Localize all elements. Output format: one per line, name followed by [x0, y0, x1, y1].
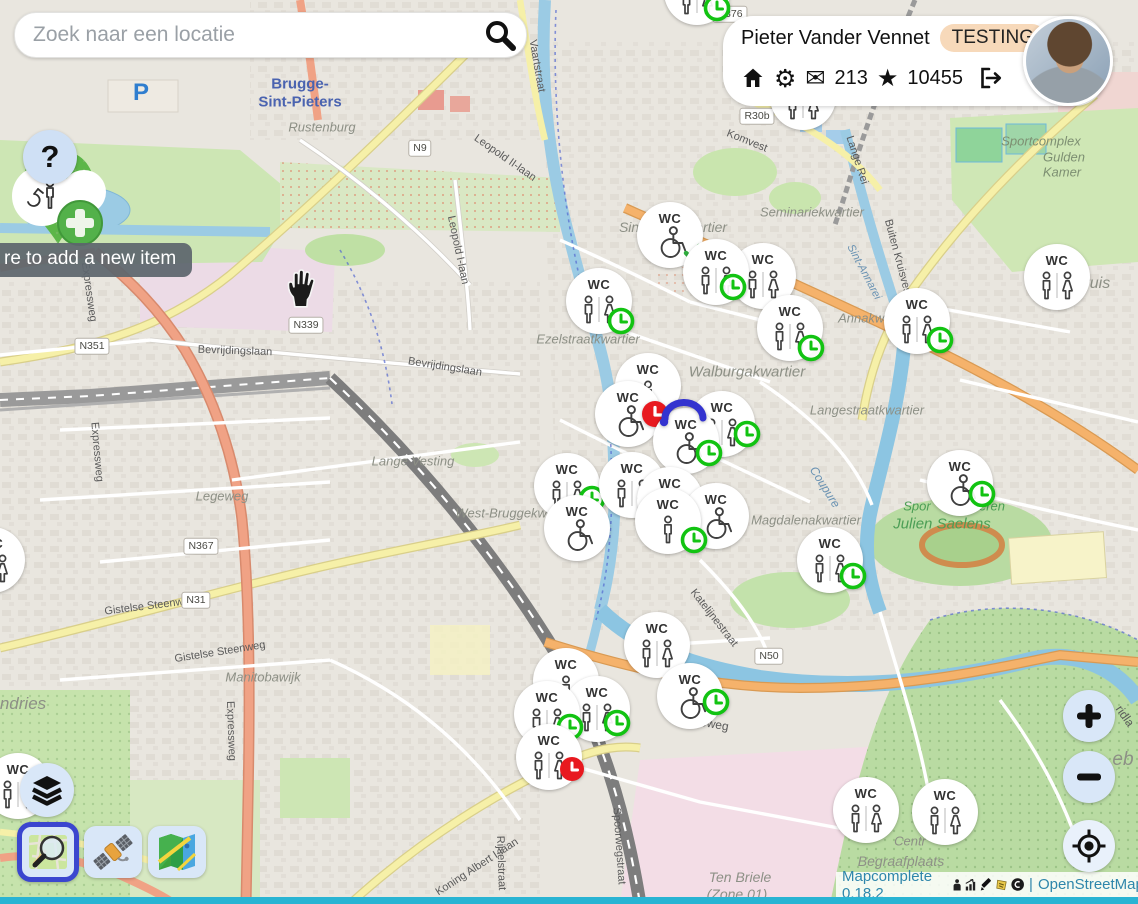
svg-text:WC: WC	[906, 297, 929, 312]
map-marker-layer: WCWCWCWCWCWCWCWCWCWCWCWCWCWCWCWCWCWCWCWC…	[0, 0, 1138, 904]
osm-carto-icon	[26, 830, 70, 874]
bottom-theme-bar	[0, 897, 1138, 904]
search-input[interactable]	[15, 23, 480, 47]
svg-text:WC: WC	[588, 277, 611, 292]
svg-text:WC: WC	[646, 621, 669, 636]
user-name: Pieter Vander Vennet	[741, 27, 930, 50]
svg-text:WC: WC	[566, 504, 589, 519]
svg-text:WC: WC	[949, 459, 972, 474]
search-icon[interactable]	[480, 15, 520, 55]
minus-icon	[1074, 762, 1104, 792]
basemap-satellite-button[interactable]	[84, 826, 142, 878]
add-item-tooltip: re to add a new item	[0, 243, 192, 277]
svg-text:WC: WC	[819, 536, 842, 551]
attribution-bar: Mapcomplete 0.18.2 | OpenStreetMap	[836, 872, 1138, 897]
basemap-osm-button[interactable]	[17, 822, 79, 882]
chart-icon[interactable]	[965, 877, 978, 893]
user-avatar[interactable]	[1023, 16, 1113, 106]
changesets-count: 10455	[907, 67, 963, 90]
copyright-icon[interactable]	[1011, 876, 1024, 893]
messages-envelope-icon[interactable]: ✉	[805, 66, 825, 90]
edit-pencil-icon[interactable]	[980, 877, 993, 893]
svg-text:WC: WC	[934, 788, 957, 803]
location-search-bar	[14, 12, 527, 58]
satellite-icon	[91, 830, 135, 874]
svg-text:WC: WC	[705, 248, 728, 263]
settings-gear-icon[interactable]: ⚙	[774, 66, 796, 91]
hand-cursor-icon	[283, 268, 323, 310]
svg-text:WC: WC	[538, 733, 561, 748]
home-icon[interactable]	[741, 66, 765, 90]
svg-text:WC: WC	[657, 497, 680, 512]
zoom-in-button[interactable]	[1063, 690, 1115, 742]
add-plus-icon	[58, 201, 102, 245]
svg-text:WC: WC	[556, 462, 579, 477]
basemap-map-button[interactable]	[148, 826, 206, 878]
messages-count: 213	[835, 67, 868, 90]
svg-text:WC: WC	[0, 536, 3, 551]
svg-text:WC: WC	[779, 304, 802, 319]
svg-text:WC: WC	[1046, 253, 1069, 268]
folded-map-icon	[156, 832, 198, 872]
geolocate-icon	[1071, 828, 1107, 864]
svg-text:WC: WC	[855, 786, 878, 801]
osm-link[interactable]: OpenStreetMap	[1038, 876, 1138, 893]
mapcomplete-app: P Brugge-Sint-PietersRustenburgSint-Gill…	[0, 0, 1138, 904]
layers-icon	[29, 772, 65, 808]
attribution-separator: |	[1029, 876, 1033, 893]
mapcomplete-logo-icon	[996, 877, 1008, 893]
logout-icon[interactable]	[978, 66, 1004, 90]
svg-text:WC: WC	[536, 690, 559, 705]
statistics-icon[interactable]	[952, 877, 962, 893]
svg-text:WC: WC	[679, 672, 702, 687]
help-button[interactable]: ?	[23, 130, 77, 184]
star-icon: ★	[877, 66, 899, 90]
layers-button[interactable]	[20, 763, 74, 817]
zoom-out-button[interactable]	[1063, 751, 1115, 803]
plus-icon	[1074, 701, 1104, 731]
geolocate-button[interactable]	[1063, 820, 1115, 872]
help-label: ?	[41, 139, 60, 175]
